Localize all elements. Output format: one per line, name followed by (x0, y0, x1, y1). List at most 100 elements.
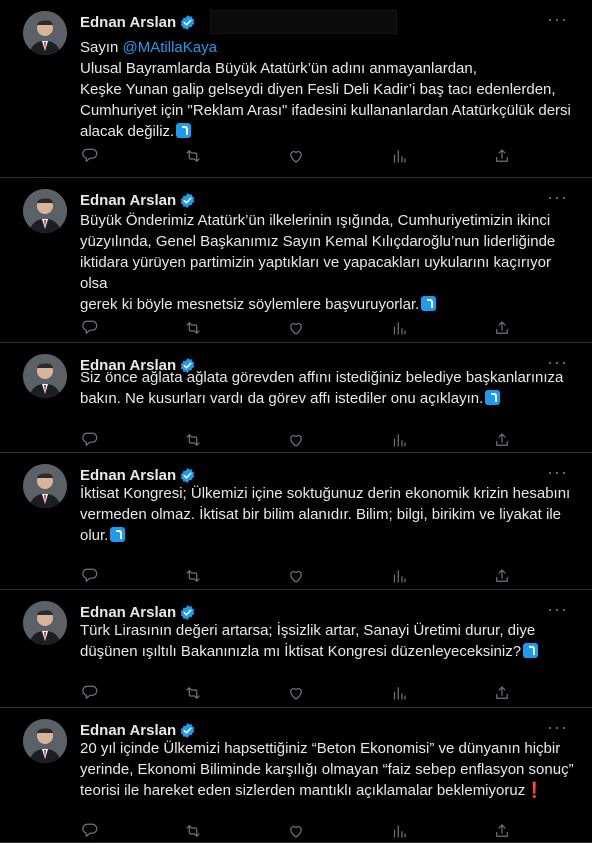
tweet-line-text: yerinde, Ekonomi Biliminde karşılığı olm… (80, 761, 574, 778)
tweet-line: olur. (80, 525, 574, 546)
tweet-text: 20 yıl içinde Ülkemizi hapsettiğiniz “Be… (80, 738, 574, 801)
reply-icon[interactable] (80, 318, 100, 338)
retweet-icon[interactable] (183, 683, 203, 703)
author-name[interactable]: Ednan Arslan (80, 722, 176, 739)
tweet-article[interactable]: Ednan Arslan ··· 20 yıl içinde Ülkemizi ha… (0, 708, 592, 843)
tweet-line-text: olur. (80, 527, 109, 544)
reply-icon[interactable] (80, 683, 100, 703)
more-icon[interactable]: ··· (547, 463, 568, 485)
like-icon[interactable] (286, 566, 306, 586)
avatar[interactable] (23, 354, 67, 398)
tweet-actions (80, 430, 512, 450)
curve-arrow-emoji-icon (110, 527, 126, 542)
share-icon[interactable] (492, 430, 512, 450)
tweet-line: Türk Lirasının değeri artarsa; İşsizlik … (80, 620, 574, 641)
tweet-header: Ednan Arslan ··· (80, 718, 582, 740)
tweet-line-text: iktidara yürüyen partimizin yaptıkları v… (80, 254, 552, 292)
tweet-article[interactable]: Ednan Arslan ··· Sayın @MAtillaKaya Ulusal … (0, 0, 592, 178)
curve-arrow-emoji-icon (485, 390, 501, 405)
more-icon[interactable]: ··· (547, 718, 568, 740)
author-name[interactable]: Ednan Arslan (80, 604, 176, 621)
verified-badge-icon (179, 14, 196, 31)
verified-badge-icon (179, 722, 196, 739)
tweet-actions (80, 566, 512, 586)
retweet-icon[interactable] (183, 318, 203, 338)
mention-link[interactable]: @MAtillaKaya (123, 39, 217, 56)
reply-icon[interactable] (80, 430, 100, 450)
views-icon[interactable] (389, 683, 409, 703)
author-name[interactable]: Ednan Arslan (80, 14, 176, 31)
like-icon[interactable] (286, 683, 306, 703)
views-icon[interactable] (389, 318, 409, 338)
tweet-line: Sayın @MAtillaKaya (80, 37, 574, 58)
curve-arrow-emoji-icon (176, 123, 192, 138)
share-icon[interactable] (492, 683, 512, 703)
tweet-line-text: İktisat Kongresi; Ülkemizi içine soktuğu… (80, 485, 571, 502)
more-icon[interactable]: ··· (547, 10, 568, 32)
tweet-line-text: gerek ki böyle mesnetsiz söylemlere başv… (80, 296, 420, 313)
tweet-line-text: 20 yıl içinde Ülkemizi hapsettiğiniz “Be… (80, 740, 561, 757)
exclamation-icon: ❗ (525, 782, 544, 799)
views-icon[interactable] (389, 821, 409, 841)
avatar[interactable] (23, 11, 67, 55)
curve-arrow-emoji-icon (523, 643, 539, 658)
retweet-icon[interactable] (183, 430, 203, 450)
tweet-line-text: Cumhuriyet için "Reklam Arası" ifadesini… (80, 102, 571, 119)
tweet-article[interactable]: Ednan Arslan ··· İktisat Kongresi; Ülkemiz… (0, 453, 592, 590)
share-icon[interactable] (492, 318, 512, 338)
retweet-icon[interactable] (183, 146, 203, 166)
reply-icon[interactable] (80, 566, 100, 586)
tweet-article[interactable]: Ednan Arslan ··· Siz önce ağlata ağlata gö… (0, 343, 592, 453)
tweet-line: gerek ki böyle mesnetsiz söylemlere başv… (80, 294, 574, 315)
tweet-line-text: Keşke Yunan galip gelseydi diyen Fesli D… (80, 81, 556, 98)
avatar[interactable] (23, 189, 67, 233)
tweet-line-text: teorisi ile hareket eden sizlerden mantı… (80, 782, 526, 799)
like-icon[interactable] (286, 318, 306, 338)
tweet-line: Ulusal Bayramlarda Büyük Atatürk’ün adın… (80, 58, 574, 79)
verified-badge-icon (179, 467, 196, 484)
share-icon[interactable] (492, 146, 512, 166)
tweet-line-text: yüzyılında, Genel Başkanımız Sayın Kemal… (80, 233, 556, 250)
share-icon[interactable] (492, 566, 512, 586)
reply-icon[interactable] (80, 821, 100, 841)
retweet-icon[interactable] (183, 566, 203, 586)
avatar[interactable] (23, 719, 67, 763)
tweet-line: teorisi ile hareket eden sizlerden mantı… (80, 780, 574, 801)
tweet-actions (80, 146, 512, 166)
tweet-text: Türk Lirasının değeri artarsa; İşsizlik … (80, 620, 574, 662)
tweet-line: alacak değiliz. (80, 121, 574, 142)
tweet-line: bakın. Ne kusurları vardı da görev affı … (80, 388, 574, 409)
tweet-text: Büyük Önderimiz Atatürk’ün ilkelerinin ı… (80, 210, 574, 315)
author-name[interactable]: Ednan Arslan (80, 467, 176, 484)
greeting-text: Sayın (80, 39, 123, 56)
more-icon[interactable]: ··· (547, 188, 568, 210)
tweet-article[interactable]: Ednan Arslan ··· Türk Lirasının değeri art… (0, 590, 592, 708)
tweet-line: Büyük Önderimiz Atatürk’ün ilkelerinin ı… (80, 210, 574, 231)
tweet-line-text: bakın. Ne kusurları vardı da görev affı … (80, 390, 484, 407)
tweet-actions (80, 683, 512, 703)
author-name[interactable]: Ednan Arslan (80, 192, 176, 209)
reply-icon[interactable] (80, 146, 100, 166)
more-icon[interactable]: ··· (547, 600, 568, 622)
views-icon[interactable] (389, 566, 409, 586)
retweet-icon[interactable] (183, 821, 203, 841)
views-icon[interactable] (389, 146, 409, 166)
tweet-header: Ednan Arslan ··· (80, 10, 582, 34)
tweet-line: İktisat Kongresi; Ülkemizi içine soktuğu… (80, 483, 574, 504)
tweet-article[interactable]: Ednan Arslan ··· Büyük Önderimiz Atatürk’ü… (0, 178, 592, 343)
curve-arrow-emoji-icon (421, 296, 437, 311)
like-icon[interactable] (286, 821, 306, 841)
avatar[interactable] (23, 601, 67, 645)
tweet-text: Siz önce ağlata ağlata görevden affını i… (80, 367, 574, 409)
avatar[interactable] (23, 464, 67, 508)
tweet-line: yüzyılında, Genel Başkanımız Sayın Kemal… (80, 231, 574, 252)
tweet-line: Siz önce ağlata ağlata görevden affını i… (80, 367, 574, 388)
tweet-line: yerinde, Ekonomi Biliminde karşılığı olm… (80, 759, 574, 780)
share-icon[interactable] (492, 821, 512, 841)
views-icon[interactable] (389, 430, 409, 450)
like-icon[interactable] (286, 430, 306, 450)
tweet-line: 20 yıl içinde Ülkemizi hapsettiğiniz “Be… (80, 738, 574, 759)
tweet-line-text: Siz önce ağlata ağlata görevden affını i… (80, 369, 564, 386)
like-icon[interactable] (286, 146, 306, 166)
tweet-header: Ednan Arslan ··· (80, 463, 582, 485)
